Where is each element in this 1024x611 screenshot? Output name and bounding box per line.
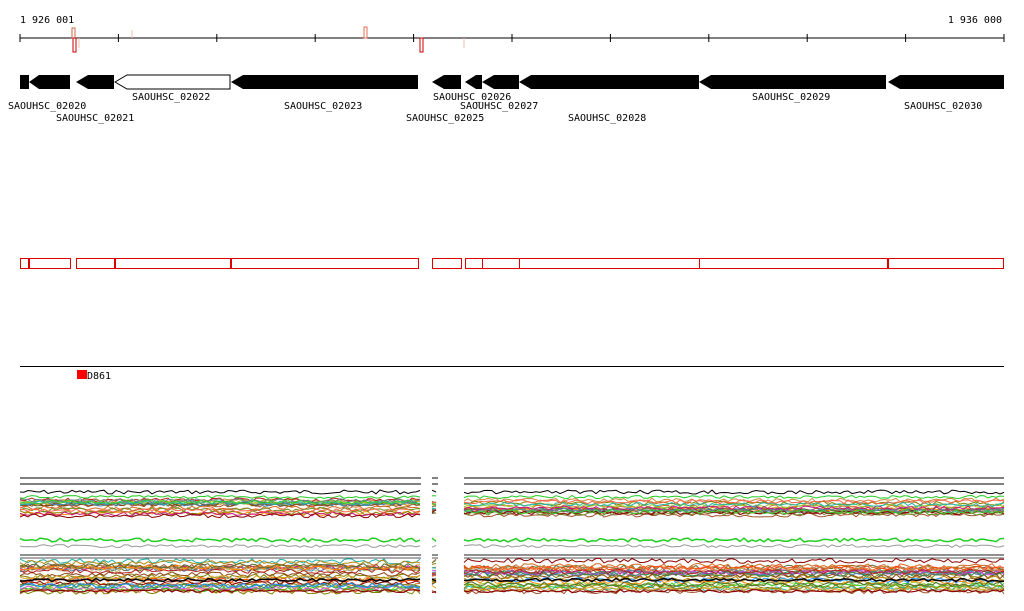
gene-arrow-02028[interactable] (519, 75, 699, 89)
gene-track: SAOUHSC_02020 SAOUHSC_02021 SAOUHSC_0202… (8, 74, 1004, 124)
profile-line (431, 591, 437, 593)
profile-line (463, 543, 1005, 549)
ruler-feature-mark (363, 26, 368, 39)
gene-label[interactable]: SAOUHSC_02023 (284, 101, 362, 112)
profile-line (431, 572, 437, 574)
profile-line (19, 544, 421, 548)
profile-line-top (463, 489, 1005, 495)
feature-marker[interactable] (77, 370, 87, 379)
gene-arrow-02027[interactable] (482, 75, 519, 89)
profile-line (463, 494, 1005, 500)
feature-marker-label[interactable]: D861 (87, 371, 111, 382)
gene-arrow-02023[interactable] (231, 75, 418, 89)
gene-label[interactable]: SAOUHSC_02027 (460, 101, 538, 112)
region-box[interactable] (29, 258, 71, 269)
gene-arrow-02025[interactable] (432, 75, 461, 89)
start-coordinate: 1 926 001 (20, 15, 74, 26)
gene-label[interactable]: SAOUHSC_02029 (752, 92, 830, 103)
gene-arrow-02030[interactable] (888, 75, 1004, 89)
end-coordinate: 1 936 000 (948, 15, 1002, 26)
genome-browser-canvas: 1 926 001 1 936 000 SAOUHSC_02020 SAOUHS… (8, 15, 1005, 595)
region-box[interactable] (20, 258, 29, 269)
gene-label[interactable]: SAOUHSC_02022 (132, 92, 210, 103)
coordinate-ruler: 1 926 001 1 936 000 (19, 15, 1005, 53)
gene-label[interactable]: SAOUHSC_02028 (568, 113, 646, 124)
ruler-feature-mark (72, 37, 77, 53)
gene-label[interactable]: SAOUHSC_02030 (904, 101, 982, 112)
gene-label[interactable]: SAOUHSC_02020 (8, 101, 86, 112)
region-box[interactable] (76, 258, 115, 269)
region-box[interactable] (699, 258, 888, 269)
expression-profile-track (19, 477, 1005, 595)
profile-line (431, 563, 437, 565)
region-box[interactable] (888, 258, 1004, 269)
gene-arrow[interactable] (20, 75, 29, 89)
ruler-feature-mark (419, 37, 424, 53)
region-box[interactable] (519, 258, 700, 269)
region-box[interactable] (432, 258, 462, 269)
profile-line (431, 545, 437, 548)
profile-line-top (19, 489, 421, 495)
region-box[interactable] (482, 258, 520, 269)
feature-marker-track: D861 (20, 366, 1004, 382)
gene-arrow-02026[interactable] (465, 75, 482, 89)
gene-label[interactable]: SAOUHSC_02025 (406, 113, 484, 124)
profile-line (431, 537, 437, 542)
profile-line (19, 537, 421, 543)
gene-label[interactable]: SAOUHSC_02021 (56, 113, 134, 124)
region-box[interactable] (231, 258, 419, 269)
ruler-feature-mark (71, 27, 76, 39)
gene-arrow-02029[interactable] (699, 75, 886, 89)
region-box-track (20, 258, 1004, 269)
profile-line (463, 537, 1005, 543)
profile-line-top (431, 489, 437, 493)
region-box[interactable] (465, 258, 483, 269)
gene-arrow-02020[interactable] (29, 75, 70, 89)
gene-arrow-02022[interactable] (114, 74, 231, 90)
gene-arrow-02021[interactable] (76, 75, 114, 89)
profile-line (463, 557, 1005, 564)
profile-line (431, 585, 437, 589)
region-box[interactable] (115, 258, 231, 269)
